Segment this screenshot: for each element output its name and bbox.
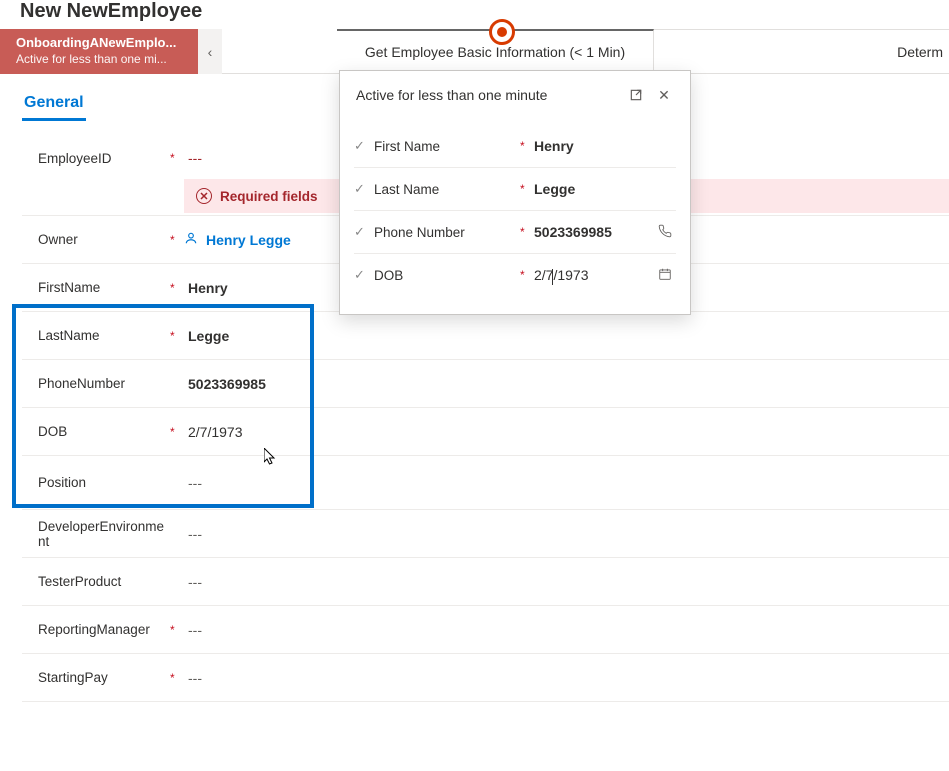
field-label: DOB <box>38 424 170 439</box>
field-label: FirstName <box>38 280 170 295</box>
required-marker: * <box>520 268 534 282</box>
check-icon: ✓ <box>354 138 370 154</box>
field-tester-product[interactable]: TesterProduct --- <box>22 558 949 606</box>
field-label: StartingPay <box>38 670 170 685</box>
stage-flyout: Active for less than one minute ✕ ✓ Firs… <box>339 70 691 315</box>
flyout-field-phone-number[interactable]: ✓ Phone Number * 5023369985 <box>354 211 676 254</box>
field-label: DeveloperEnvironment <box>38 519 170 549</box>
field-reporting-manager[interactable]: ReportingManager * --- <box>22 606 949 654</box>
required-marker: * <box>170 233 184 247</box>
error-icon: ✕ <box>196 188 212 204</box>
field-starting-pay[interactable]: StartingPay * --- <box>22 654 949 702</box>
flyout-title: Active for less than one minute <box>356 87 547 103</box>
close-button[interactable]: ✕ <box>650 81 678 109</box>
field-position[interactable]: Position --- <box>22 456 949 510</box>
field-label: LastName <box>38 328 170 343</box>
field-phone-number[interactable]: PhoneNumber 5023369985 <box>22 360 949 408</box>
field-value: --- <box>184 670 202 686</box>
required-marker: * <box>170 671 184 685</box>
check-icon: ✓ <box>354 267 370 283</box>
field-value: --- <box>184 150 202 166</box>
tab-general[interactable]: General <box>22 88 86 121</box>
field-label: First Name <box>370 139 520 154</box>
person-icon <box>184 231 198 248</box>
flyout-field-last-name[interactable]: ✓ Last Name * Legge <box>354 168 676 211</box>
field-value: --- <box>184 526 202 542</box>
field-value: --- <box>184 475 202 491</box>
field-dob[interactable]: DOB * 2/7/1973 <box>22 408 949 456</box>
field-value: 2/7/1973 <box>184 424 243 440</box>
popout-button[interactable] <box>622 81 650 109</box>
required-marker: * <box>520 182 534 196</box>
required-marker: * <box>170 425 184 439</box>
required-marker: * <box>170 281 184 295</box>
bpf-stage-next[interactable]: Determ <box>654 29 949 74</box>
field-label: DOB <box>370 268 520 283</box>
field-label: Position <box>38 475 170 490</box>
field-value: --- <box>184 622 202 638</box>
required-marker: * <box>520 225 534 239</box>
field-value[interactable]: 2/7/1973 <box>534 267 654 283</box>
field-value: Legge <box>184 328 229 344</box>
phone-icon[interactable] <box>654 224 676 241</box>
check-icon: ✓ <box>354 181 370 197</box>
bpf-active-stage-subtitle: Active for less than one mi... <box>16 52 186 68</box>
field-value: 5023369985 <box>184 376 266 392</box>
page-title: New NewEmployee <box>0 0 949 29</box>
required-marker: * <box>170 623 184 637</box>
field-value: --- <box>184 574 202 590</box>
field-value: Henry <box>534 138 654 154</box>
check-icon: ✓ <box>354 224 370 240</box>
field-label: PhoneNumber <box>38 376 170 391</box>
flyout-field-dob[interactable]: ✓ DOB * 2/7/1973 <box>354 254 676 296</box>
field-value[interactable]: Henry Legge <box>202 232 291 248</box>
field-label: Phone Number <box>370 225 520 240</box>
required-marker: * <box>170 329 184 343</box>
field-label: Owner <box>38 232 170 247</box>
field-label: TesterProduct <box>38 574 170 589</box>
calendar-icon[interactable] <box>654 267 676 284</box>
bpf-active-stage[interactable]: OnboardingANewEmplo... Active for less t… <box>0 29 198 74</box>
field-label: ReportingManager <box>38 622 170 637</box>
active-stage-indicator-icon <box>489 19 515 45</box>
error-text: Required fields <box>220 189 318 204</box>
field-value: Legge <box>534 181 654 197</box>
field-label: Last Name <box>370 182 520 197</box>
text-caret-icon <box>552 269 553 285</box>
bpf-collapse-button[interactable]: ‹ <box>198 29 222 74</box>
bpf-bar: OnboardingANewEmplo... Active for less t… <box>0 29 949 74</box>
field-last-name[interactable]: LastName * Legge <box>22 312 949 360</box>
field-value: Henry <box>184 280 228 296</box>
bpf-active-stage-name: OnboardingANewEmplo... <box>16 35 186 52</box>
flyout-field-first-name[interactable]: ✓ First Name * Henry <box>354 125 676 168</box>
field-developer-environment[interactable]: DeveloperEnvironment --- <box>22 510 949 558</box>
required-marker: * <box>520 139 534 153</box>
field-value: 5023369985 <box>534 224 654 240</box>
required-marker: * <box>170 151 184 165</box>
field-label: EmployeeID <box>38 151 170 166</box>
